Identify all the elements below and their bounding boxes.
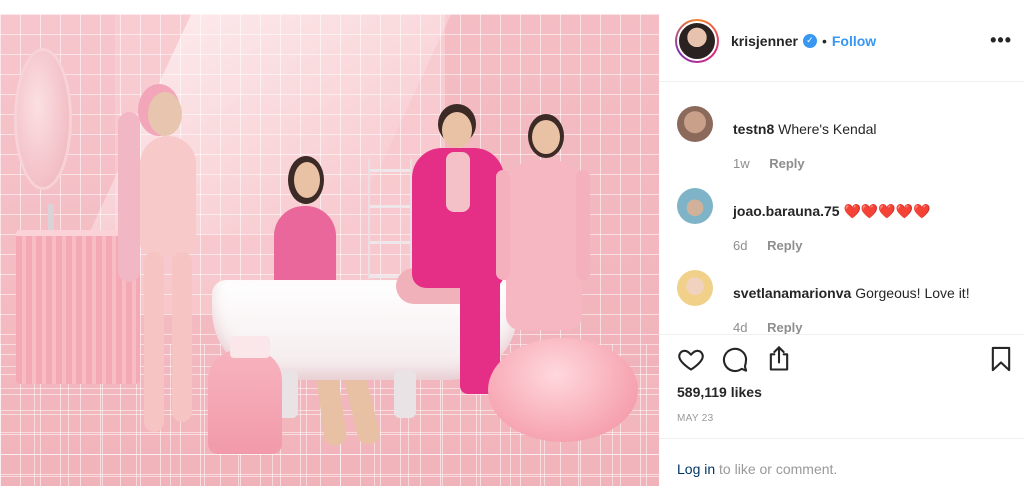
photo-telephone: [230, 336, 270, 358]
comment-avatar[interactable]: [677, 106, 713, 142]
comment-username[interactable]: joao.barauna.75: [733, 203, 840, 219]
avatar[interactable]: [675, 18, 719, 63]
comments-list: testn8 Where's Kendal 1w Reply joao.bara…: [659, 96, 1024, 335]
comment-meta: 6d Reply: [733, 238, 803, 253]
login-prompt: Log in to like or comment.: [677, 461, 837, 477]
header-separator: •: [821, 32, 827, 49]
comment-meta: 1w Reply: [733, 156, 805, 171]
post-date[interactable]: MAY 23: [677, 413, 713, 424]
post-photo[interactable]: [0, 14, 659, 486]
likes-count[interactable]: 589,119 likes: [677, 384, 762, 400]
comment-time[interactable]: 6d: [733, 238, 747, 253]
comment-username[interactable]: svetlanamarionva: [733, 285, 851, 301]
bookmark-icon[interactable]: [987, 345, 1015, 373]
comment-avatar[interactable]: [677, 270, 713, 306]
reply-button[interactable]: Reply: [769, 156, 804, 171]
instagram-post: krisjenner ✓ • Follow ••• testn8 Where's…: [0, 0, 1024, 486]
post-sidebar: krisjenner ✓ • Follow ••• testn8 Where's…: [659, 0, 1024, 486]
actions-divider: [659, 334, 1024, 335]
comment-username[interactable]: testn8: [733, 121, 774, 137]
comment-avatar[interactable]: [677, 188, 713, 224]
comment-body: svetlanamarionva Gorgeous! Love it!: [733, 284, 970, 302]
login-rest-text: to like or comment.: [715, 461, 838, 477]
comment-text: Where's Kendal: [778, 121, 877, 137]
comment-body: testn8 Where's Kendal: [733, 120, 877, 138]
share-icon[interactable]: [765, 345, 793, 373]
author-username[interactable]: krisjenner: [731, 33, 798, 49]
comment-time[interactable]: 1w: [733, 156, 750, 171]
heart-icon[interactable]: [677, 345, 705, 373]
photo-pink-stool: [208, 350, 282, 454]
comment-body: joao.barauna.75 ❤️❤️❤️❤️❤️: [733, 202, 931, 220]
photo-mirror: [14, 48, 72, 190]
photo-person-4: [408, 104, 508, 394]
photo-pink-pouf: [488, 338, 638, 442]
follow-button[interactable]: Follow: [832, 33, 876, 49]
reply-button[interactable]: Reply: [767, 320, 802, 335]
avatar-image: [677, 20, 717, 61]
post-header: krisjenner ✓ • Follow •••: [659, 0, 1024, 82]
login-link[interactable]: Log in: [677, 461, 715, 477]
comment-time[interactable]: 4d: [733, 320, 747, 335]
photo-person-5: [496, 114, 590, 344]
more-options-icon[interactable]: •••: [990, 30, 1012, 51]
login-bar: Log in to like or comment.: [659, 438, 1024, 486]
comment-icon[interactable]: [721, 345, 749, 373]
comment-text: ❤️❤️❤️❤️❤️: [843, 203, 931, 219]
photo-person-1: [118, 92, 214, 432]
comment-text: Gorgeous! Love it!: [855, 285, 970, 301]
verified-badge-icon: ✓: [802, 33, 817, 48]
reply-button[interactable]: Reply: [767, 238, 802, 253]
comment-meta: 4d Reply: [733, 320, 803, 335]
